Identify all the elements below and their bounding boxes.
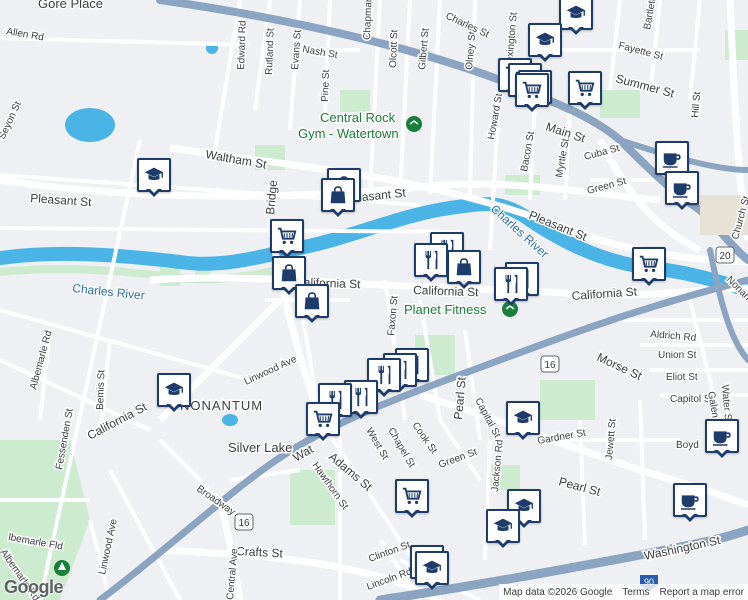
- map-base-layer: 16 16 20 90 Gore Place NONANTUM Silver L…: [0, 0, 748, 600]
- map-marker-school[interactable]: [559, 0, 593, 36]
- map-marker-grocery[interactable]: [515, 73, 549, 113]
- poi-pin-central-rock: [406, 116, 422, 132]
- poi-label-central-rock: Central Rock: [320, 110, 396, 125]
- coffee-cup-icon: [661, 147, 683, 169]
- shopping-bag-icon: [278, 262, 300, 284]
- school-icon: [163, 379, 185, 401]
- map-marker-grocery[interactable]: [632, 247, 666, 287]
- route-20-shield: 20: [715, 246, 735, 264]
- restaurant-icon: [350, 386, 372, 408]
- svg-text:Eliot St: Eliot St: [666, 372, 698, 383]
- svg-text:Pearl St: Pearl St: [557, 474, 602, 499]
- place-label-gore-place: Gore Place: [38, 0, 103, 11]
- svg-text:Morse St: Morse St: [595, 350, 645, 383]
- map-marker-school[interactable]: [137, 158, 171, 198]
- map-marker-cafe[interactable]: [665, 171, 699, 211]
- svg-text:Crafts St: Crafts St: [236, 544, 284, 560]
- grocery-cart-icon: [312, 408, 334, 430]
- park-pin-albemarle: [54, 560, 70, 576]
- grocery-cart-icon: [638, 253, 660, 275]
- grocery-cart-icon: [276, 225, 298, 247]
- svg-text:Bridge: Bridge: [263, 179, 280, 215]
- svg-text:Washington St: Washington St: [643, 533, 722, 563]
- map-marker-school[interactable]: [506, 401, 540, 441]
- svg-text:Jewett St: Jewett St: [604, 418, 619, 460]
- poi-label-gym-watertown: Gym - Watertown: [298, 126, 399, 141]
- svg-text:Seyon St: Seyon St: [0, 100, 24, 142]
- map-marker-grocery[interactable]: [270, 219, 304, 259]
- svg-text:Bemis St: Bemis St: [95, 370, 107, 411]
- svg-text:Nash St: Nash St: [301, 44, 338, 61]
- school-icon: [512, 407, 534, 429]
- svg-text:Faxon St: Faxon St: [386, 295, 400, 336]
- svg-text:Boyd: Boyd: [676, 440, 699, 451]
- map-marker-restaurant[interactable]: [494, 267, 528, 307]
- map-marker-school[interactable]: [486, 509, 520, 549]
- shopping-bag-icon: [301, 290, 323, 312]
- map-marker-school[interactable]: [528, 23, 562, 63]
- map-marker-cafe[interactable]: [673, 483, 707, 523]
- route-16-shield-a: 16: [540, 355, 560, 373]
- map-marker-school[interactable]: [157, 373, 191, 413]
- route-16-shield-b: 16: [234, 513, 254, 531]
- svg-text:Rutland St: Rutland St: [264, 28, 277, 75]
- svg-text:Chapel St: Chapel St: [385, 426, 417, 470]
- svg-text:Edward Rd: Edward Rd: [236, 20, 249, 70]
- coffee-cup-icon: [711, 425, 733, 447]
- google-logo[interactable]: Google: [4, 577, 64, 598]
- map-marker-grocery[interactable]: [395, 479, 429, 519]
- school-icon: [565, 2, 587, 24]
- svg-text:Broadway: Broadway: [194, 483, 237, 518]
- map-marker-shopping[interactable]: [295, 284, 329, 324]
- svg-text:Chapman: Chapman: [362, 0, 375, 40]
- grocery-cart-icon: [521, 79, 543, 101]
- svg-text:Allen Rd: Allen Rd: [5, 26, 44, 43]
- svg-text:20: 20: [719, 251, 731, 262]
- map-marker-restaurant[interactable]: [414, 243, 448, 283]
- shopping-bag-icon: [327, 184, 349, 206]
- svg-text:Cook St: Cook St: [410, 420, 440, 456]
- coffee-cup-icon: [679, 489, 701, 511]
- map-marker-cafe[interactable]: [705, 419, 739, 459]
- map-marker-school[interactable]: [415, 551, 449, 591]
- school-icon: [421, 557, 443, 579]
- svg-text:Linwood Ave: Linwood Ave: [97, 518, 120, 576]
- map-marker-shopping[interactable]: [447, 250, 481, 290]
- svg-text:Howard St: Howard St: [486, 92, 505, 140]
- svg-text:Pleasant St: Pleasant St: [30, 191, 93, 209]
- svg-text:16: 16: [544, 360, 556, 371]
- svg-text:Olcott St: Olcott St: [388, 29, 400, 68]
- map-marker-grocery[interactable]: [306, 402, 340, 442]
- grocery-cart-icon: [574, 77, 596, 99]
- report-error-link[interactable]: Report a map error: [660, 587, 744, 598]
- svg-text:Aldrich Rd: Aldrich Rd: [650, 329, 697, 344]
- shopping-bag-icon: [453, 256, 475, 278]
- school-icon: [534, 29, 556, 51]
- place-label-silver-lake: Silver Lake: [228, 440, 292, 455]
- coffee-cup-icon: [671, 177, 693, 199]
- terms-link[interactable]: Terms: [622, 587, 649, 598]
- map-attribution-bar: Map data ©2026 Google Terms Report a map…: [499, 584, 748, 600]
- map-marker-grocery[interactable]: [568, 71, 602, 111]
- map-data-credit: Map data ©2026 Google: [503, 586, 613, 598]
- map-marker-shopping[interactable]: [321, 178, 355, 218]
- svg-text:Gilbert St: Gilbert St: [417, 28, 432, 71]
- school-icon: [492, 515, 514, 537]
- svg-text:California St: California St: [571, 284, 638, 303]
- neighborhood-label-nonantum: NONANTUM: [180, 398, 263, 413]
- restaurant-icon: [500, 273, 522, 295]
- svg-text:Hill St: Hill St: [690, 91, 703, 118]
- svg-text:Linwood Ave: Linwood Ave: [243, 354, 299, 388]
- svg-text:Olney St: Olney St: [464, 31, 478, 70]
- school-icon: [143, 164, 165, 186]
- svg-text:16: 16: [238, 518, 250, 529]
- svg-text:Pine St: Pine St: [320, 69, 332, 102]
- grocery-cart-icon: [401, 485, 423, 507]
- map-canvas[interactable]: 16 16 20 90 Gore Place NONANTUM Silver L…: [0, 0, 748, 600]
- water-label-charles-river-west: Charles River: [72, 281, 146, 303]
- poi-label-planet-fitness: Planet Fitness: [404, 302, 487, 317]
- svg-text:Union St: Union St: [658, 350, 697, 361]
- restaurant-icon: [420, 249, 442, 271]
